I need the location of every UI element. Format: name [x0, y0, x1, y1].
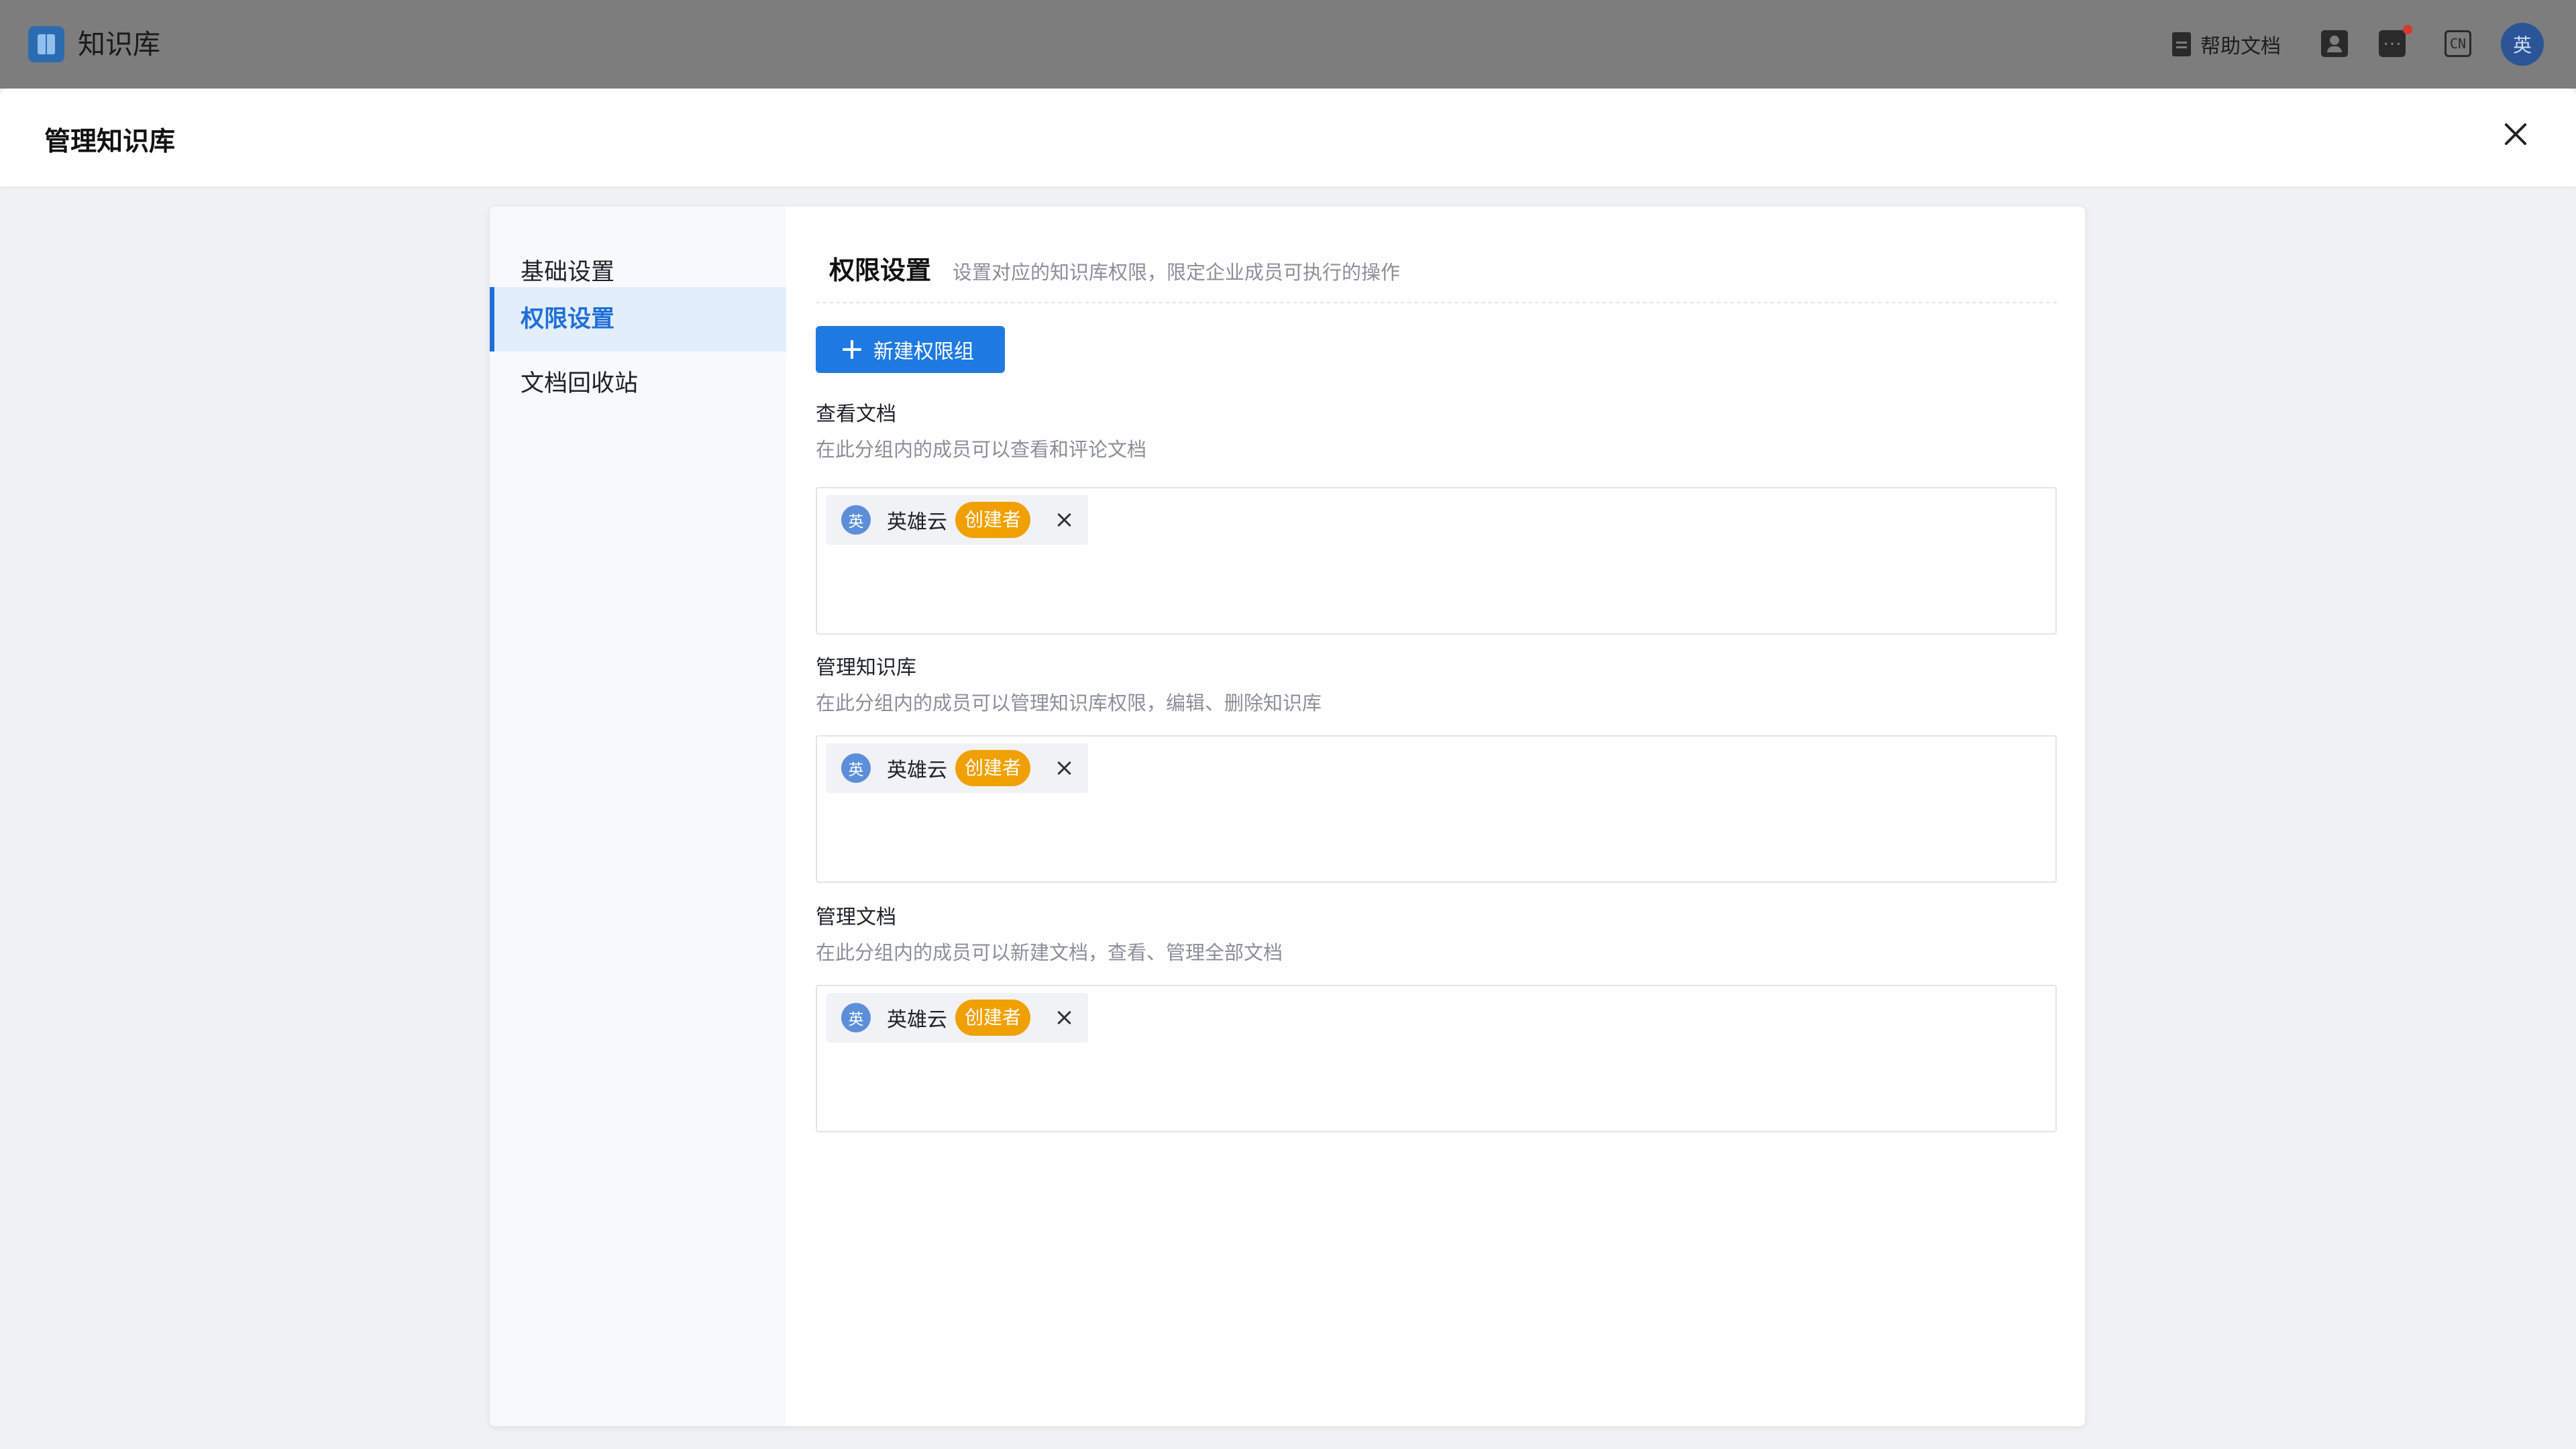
group-description: 在此分组内的成员可以管理知识库权限，编辑、删除知识库	[816, 692, 1322, 714]
book-icon[interactable]	[28, 26, 64, 62]
modal-title: 管理知识库	[44, 127, 176, 157]
group-description: 在此分组内的成员可以查看和评论文档	[816, 438, 1147, 461]
new-permission-group-label: 新建权限组	[873, 340, 974, 364]
group-description: 在此分组内的成员可以新建文档，查看、管理全部文档	[816, 941, 1283, 964]
member-avatar: 英	[841, 753, 871, 783]
creator-badge: 创建者	[955, 1000, 1031, 1036]
help-doc-label: 帮助文档	[2200, 35, 2281, 58]
sidebar-item-recycle-bin[interactable]: 文档回收站	[490, 352, 786, 416]
member-name: 英雄云	[887, 759, 947, 782]
member-avatar: 英	[841, 1003, 871, 1032]
permission-group-view-docs: 查看文档 在此分组内的成员可以查看和评论文档 英 英雄云 创建者	[816, 401, 2057, 635]
creator-badge: 创建者	[955, 750, 1031, 786]
modal-header: 管理知识库	[0, 89, 2576, 186]
settings-panel: 基础设置 权限设置 文档回收站 权限设置 设置对应的知识库权限，限定企业成员可执…	[490, 207, 2085, 1426]
permission-group-manage-docs: 管理文档 在此分组内的成员可以新建文档，查看、管理全部文档 英 英雄云 创建者	[816, 904, 2057, 1132]
member-box[interactable]: 英 英雄云 创建者	[816, 487, 2057, 635]
help-doc-link[interactable]: 帮助文档	[2172, 28, 2281, 60]
group-title: 管理文档	[816, 906, 896, 929]
new-permission-group-button[interactable]: 新建权限组	[816, 326, 1005, 373]
section-title: 权限设置	[829, 256, 932, 285]
member-name: 英雄云	[887, 511, 947, 534]
permission-content: 权限设置 设置对应的知识库权限，限定企业成员可执行的操作 新建权限组 查看文档 …	[816, 207, 2057, 1426]
avatar[interactable]: 英	[2501, 23, 2544, 66]
creator-badge: 创建者	[955, 502, 1031, 538]
member-tag: 英 英雄云 创建者	[826, 495, 1088, 545]
notification-dot	[2403, 25, 2412, 34]
member-name: 英雄云	[887, 1008, 947, 1032]
contacts-icon[interactable]	[2321, 30, 2348, 57]
remove-member-icon[interactable]	[1056, 1009, 1073, 1026]
section-description: 设置对应的知识库权限，限定企业成员可执行的操作	[953, 261, 1401, 284]
sidebar-item-permission-settings[interactable]: 权限设置	[490, 287, 786, 352]
member-box[interactable]: 英 英雄云 创建者	[816, 735, 2057, 883]
member-box[interactable]: 英 英雄云 创建者	[816, 985, 2057, 1132]
member-avatar: 英	[841, 505, 871, 535]
group-title: 管理知识库	[816, 656, 916, 680]
plus-icon	[843, 340, 861, 359]
permission-group-manage-kb: 管理知识库 在此分组内的成员可以管理知识库权限，编辑、删除知识库 英 英雄云 创…	[816, 655, 2057, 883]
member-tag: 英 英雄云 创建者	[826, 993, 1088, 1042]
doc-icon	[2172, 32, 2191, 56]
remove-member-icon[interactable]	[1056, 759, 1073, 777]
member-tag: 英 英雄云 创建者	[826, 743, 1088, 793]
language-icon[interactable]: CN	[2445, 30, 2471, 57]
close-icon[interactable]	[2501, 119, 2530, 149]
remove-member-icon[interactable]	[1056, 511, 1073, 529]
section-header: 权限设置 设置对应的知识库权限，限定企业成员可执行的操作	[816, 236, 2057, 303]
top-bar: 知识库 帮助文档 CN 英	[0, 0, 2576, 89]
message-icon[interactable]	[2379, 29, 2406, 57]
group-title: 查看文档	[816, 402, 896, 426]
app-title[interactable]: 知识库	[78, 27, 160, 62]
settings-sidebar: 基础设置 权限设置 文档回收站	[490, 207, 786, 1426]
